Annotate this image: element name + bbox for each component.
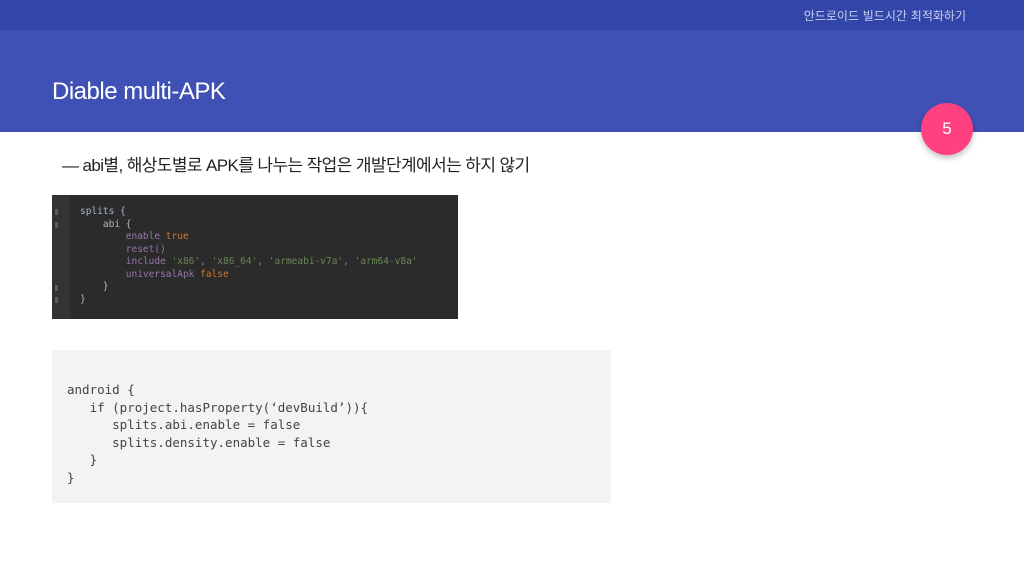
code-line: }: [80, 281, 109, 292]
code-line: android {: [67, 382, 135, 397]
code-line: if (project.hasProperty(‘devBuild’)){: [67, 399, 369, 415]
code-line: reset(): [80, 243, 166, 255]
deck-title: 안드로이드 빌드시간 최적화하기: [803, 9, 966, 23]
page-number-badge: 5: [921, 103, 973, 155]
slide-title: Diable multi-APK: [52, 78, 226, 105]
code-line: abi {: [80, 218, 132, 230]
android-block-code: android { if (project.hasProperty(‘devBu…: [52, 350, 611, 503]
code-line: enable true: [80, 231, 189, 242]
fold-marker: [55, 222, 58, 228]
bullet-text: — abi별, 해상도별로 APK를 나누는 작업은 개발단계에서는 하지 않기: [62, 156, 530, 175]
code-line: include 'x86', 'x86_64', 'armeabi-v7a', …: [80, 256, 418, 267]
code-line: splits {: [80, 206, 126, 217]
fold-marker: [55, 297, 58, 303]
gradle-splits-code-screenshot: splits { abi { enable true reset() inclu…: [52, 195, 458, 319]
editor-gutter: [52, 195, 70, 319]
code-line: }: [80, 293, 86, 305]
code-line: universalApk false: [80, 268, 229, 280]
code-line: }: [67, 452, 98, 467]
top-bar: 안드로이드 빌드시간 최적화하기: [0, 0, 1024, 30]
code-line: splits.density.enable = false: [67, 434, 331, 450]
fold-marker: [55, 285, 58, 291]
fold-marker: [55, 209, 58, 215]
code-line: }: [67, 469, 75, 485]
slide-header: Diable multi-APK: [0, 30, 1024, 132]
code-line: splits.abi.enable = false: [67, 417, 301, 432]
